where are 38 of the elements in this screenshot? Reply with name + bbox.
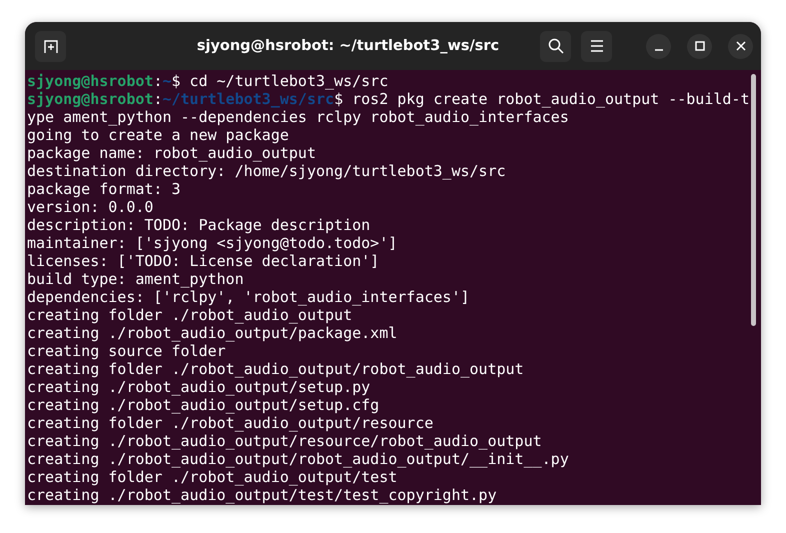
output-line: licenses: ['TODO: License declaration'] bbox=[27, 252, 380, 270]
output-line: creating folder ./robot_audio_output/test bbox=[27, 468, 398, 486]
output-line: creating ./robot_audio_output/setup.py bbox=[27, 378, 372, 396]
window-title: sjyong@hsrobot: ~/turtlebot3_ws/src bbox=[196, 38, 500, 54]
output-line: going to create a new package bbox=[27, 126, 290, 144]
output-line: creating folder ./robot_audio_output/resource bbox=[27, 414, 434, 432]
minimize-icon bbox=[654, 49, 664, 51]
output-line: build type: ament_python bbox=[27, 270, 245, 288]
output-line: maintainer: ['sjyong <sjyong@todo.todo>'] bbox=[27, 234, 398, 252]
minimize-button[interactable] bbox=[646, 34, 671, 58]
output-line: creating folder ./robot_audio_output bbox=[27, 306, 354, 324]
scrollbar-thumb[interactable] bbox=[751, 74, 756, 326]
close-button[interactable] bbox=[728, 34, 753, 58]
prompt-line: sjyong@hsrobot:~/turtlebot3_ws/src$ ros2 pkg create robot_audio_output --build-t bbox=[27, 90, 750, 108]
output-line: ype ament_python --dependencies rclpy robot_audio_interfaces bbox=[27, 108, 570, 126]
output-line: dependencies: ['rclpy', 'robot_audio_interfaces'] bbox=[27, 288, 471, 306]
output-line: description: TODO: Package description bbox=[27, 216, 372, 234]
maximize-button[interactable] bbox=[687, 34, 712, 58]
output-line: version: 0.0.0 bbox=[27, 198, 154, 216]
output-line: destination directory: /home/sjyong/turtlebot3_ws/src bbox=[27, 162, 507, 180]
output-line: package format: 3 bbox=[27, 180, 182, 198]
new-tab-button[interactable] bbox=[35, 30, 66, 62]
output-line: creating ./robot_audio_output/setup.cfg bbox=[27, 396, 380, 414]
output-line: creating ./robot_audio_output/package.xml bbox=[27, 324, 398, 342]
output-line: creating ./robot_audio_output/resource/robot_audio_output bbox=[27, 432, 543, 450]
output-line: package name: robot_audio_output bbox=[27, 144, 317, 162]
search-button[interactable] bbox=[540, 30, 571, 62]
prompt-line: sjyong@hsrobot:~$ cd ~/turtlebot3_ws/src bbox=[27, 72, 390, 90]
new-tab-icon bbox=[42, 38, 58, 54]
menu-button[interactable] bbox=[581, 30, 612, 62]
output-line: creating ./robot_audio_output/test/test_copyright.py bbox=[27, 486, 498, 504]
menu-icon bbox=[590, 40, 604, 52]
output-line: creating folder ./robot_audio_output/robot_audio_output bbox=[27, 360, 525, 378]
close-icon bbox=[736, 41, 746, 51]
output-line: creating source folder bbox=[27, 342, 227, 360]
maximize-icon bbox=[694, 41, 704, 51]
output-line: creating ./robot_audio_output/robot_audio_output/__init__.py bbox=[27, 450, 570, 468]
search-icon bbox=[548, 38, 564, 54]
